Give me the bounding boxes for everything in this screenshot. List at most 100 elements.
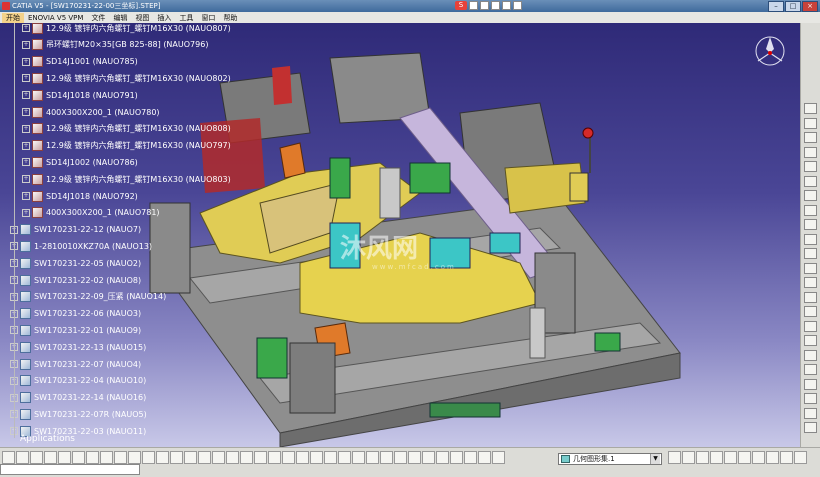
light-icon[interactable] (738, 451, 751, 464)
boolean-icon[interactable] (804, 306, 817, 317)
plane-icon[interactable] (394, 451, 407, 464)
ruler-icon[interactable] (766, 451, 779, 464)
fill-icon[interactable] (464, 451, 477, 464)
hide-icon[interactable] (282, 451, 295, 464)
tree-node[interactable]: + SD14J1018 (NAUO791) (22, 88, 138, 102)
tree-node[interactable]: +SW170231-22-05 (NAUO2) (10, 256, 141, 270)
sogou-ime-icon[interactable]: S (455, 1, 467, 10)
menu-file[interactable]: 文件 (87, 13, 109, 23)
tree-node[interactable]: + SD14J1018 (NAUO792) (22, 189, 138, 203)
expand-toggle-icon[interactable]: + (22, 57, 30, 66)
ime-settings-icon[interactable] (513, 1, 522, 10)
grid-icon[interactable] (780, 451, 793, 464)
paste-icon[interactable] (86, 451, 99, 464)
expand-toggle-icon[interactable]: + (22, 74, 30, 83)
line-icon[interactable] (804, 161, 817, 172)
offset-icon[interactable] (422, 451, 435, 464)
redo-icon[interactable] (114, 451, 127, 464)
tree-node[interactable]: + SD14J1001 (NAUO785) (22, 55, 138, 69)
law-icon[interactable] (804, 335, 817, 346)
command-input[interactable] (0, 464, 140, 475)
tree-node[interactable]: +1-2810010XKZ70A (NAUO13) (10, 239, 152, 253)
revolve-icon[interactable] (804, 190, 817, 201)
tree-node[interactable]: +12.9级 镀锌内六角螺钉_螺钉M16X30 (NAUO807) (22, 23, 231, 35)
tree-node[interactable]: +SW170231-22-07R (NAUO5) (10, 407, 147, 421)
blend-icon[interactable] (492, 451, 505, 464)
point-icon[interactable] (366, 451, 379, 464)
minimize-button[interactable]: – (768, 1, 784, 12)
extrude-icon[interactable] (804, 175, 817, 187)
tree-node[interactable]: +12.9级 镀锌内六角螺钉_螺钉M16X30 (NAUO797) (22, 139, 231, 153)
ime-punct-icon[interactable] (480, 1, 489, 10)
tree-node[interactable]: +12.9级 镀锌内六角螺钉_螺钉M16X30 (NAUO802) (22, 71, 231, 85)
menu-help[interactable]: 帮助 (219, 13, 241, 23)
ime-toolbar[interactable]: S (455, 1, 522, 10)
expand-toggle-icon[interactable]: + (22, 158, 30, 167)
multi-view-icon[interactable] (240, 451, 253, 464)
formula-icon[interactable] (324, 451, 337, 464)
compass-icon[interactable] (752, 33, 788, 69)
maximize-button[interactable]: □ (785, 1, 801, 12)
measure-icon[interactable] (804, 277, 817, 288)
zoom-out-icon[interactable] (212, 451, 225, 464)
select-icon[interactable] (804, 103, 817, 114)
pan-icon[interactable] (170, 451, 183, 464)
tree-node[interactable]: +SW170231-22-02 (NAUO8) (10, 273, 141, 287)
split-icon[interactable] (804, 248, 817, 259)
properties-icon[interactable] (804, 422, 817, 433)
specification-tree[interactable]: +12.9级 镀锌内六角螺钉_螺钉M16X30 (NAUO807) + 吊环螺钉M2… (0, 23, 231, 447)
menu-enovia[interactable]: ENOVIA V5 VPM (24, 14, 87, 22)
line-icon[interactable] (380, 451, 393, 464)
sweep-icon[interactable] (804, 204, 817, 216)
chevron-down-icon[interactable]: ▼ (650, 454, 660, 464)
sweep-icon[interactable] (478, 451, 491, 464)
expand-toggle-icon[interactable]: + (22, 40, 30, 49)
tree-node[interactable]: + 吊环螺钉M20×35[GB 825-88] (NAUO796) (22, 38, 208, 52)
tree-node[interactable]: +SW170231-22-12 (NAUO7) (10, 223, 141, 237)
join-icon[interactable] (804, 233, 817, 245)
open-icon[interactable] (16, 451, 29, 464)
menu-edit[interactable]: 编辑 (109, 13, 131, 23)
knowledge-icon[interactable] (310, 451, 323, 464)
sketch-icon[interactable] (804, 117, 817, 129)
zoom-area-icon[interactable] (682, 451, 695, 464)
tree-node[interactable]: +SW170231-22-07 (NAUO4) (10, 357, 141, 371)
pan-icon[interactable] (668, 451, 681, 464)
rotate-view-icon[interactable] (696, 451, 709, 464)
swap-space-icon[interactable] (296, 451, 309, 464)
zoom-in-icon[interactable] (198, 451, 211, 464)
tree-node[interactable]: +12.9级 镀锌内六角螺钉_螺钉M16X30 (NAUO803) (22, 172, 231, 186)
geometry-set-dropdown[interactable]: 几何图形集.1 ▼ (558, 453, 662, 465)
sphere-icon[interactable] (450, 451, 463, 464)
tree-node[interactable]: +SW170231-22-01 (NAUO9) (10, 323, 141, 337)
tree-node[interactable]: +SW170231-22-04 (NAUO10) (10, 374, 146, 388)
applications-node[interactable]: Applications (20, 434, 75, 444)
3d-viewport[interactable]: +12.9级 镀锌内六角螺钉_螺钉M16X30 (NAUO807) + 吊环螺钉M2… (0, 23, 800, 447)
expand-toggle-icon[interactable]: + (22, 108, 30, 116)
fit-all-icon[interactable] (156, 451, 169, 464)
analysis-icon[interactable] (804, 291, 817, 303)
menu-start[interactable]: 开始 (2, 12, 24, 23)
tree-node[interactable]: +SW170231-22-14 (NAUO16) (10, 391, 146, 405)
copy-icon[interactable] (72, 451, 85, 464)
hide-show-icon[interactable] (804, 407, 817, 419)
extrude-icon[interactable] (408, 451, 421, 464)
print-icon[interactable] (44, 451, 57, 464)
menu-insert[interactable]: 插入 (153, 13, 175, 23)
ime-skin-icon[interactable] (502, 1, 511, 10)
menu-tools[interactable]: 工具 (175, 13, 197, 23)
axis-icon[interactable] (804, 393, 817, 404)
normal-view-icon[interactable] (226, 451, 239, 464)
camera-icon[interactable] (752, 451, 765, 464)
new-icon[interactable] (2, 451, 15, 464)
catalog-icon[interactable] (804, 349, 817, 361)
expand-toggle-icon[interactable]: + (22, 141, 30, 150)
tree-node[interactable]: +400X300X200_1 (NAUO780) (22, 105, 160, 119)
material-icon[interactable] (724, 451, 737, 464)
expand-toggle-icon[interactable]: + (22, 208, 30, 217)
render-icon[interactable] (710, 451, 723, 464)
catia-app-icon[interactable] (2, 2, 10, 10)
menu-window[interactable]: 窗口 (197, 13, 219, 23)
close-button[interactable]: × (802, 1, 818, 12)
whats-this-icon[interactable] (128, 451, 141, 464)
